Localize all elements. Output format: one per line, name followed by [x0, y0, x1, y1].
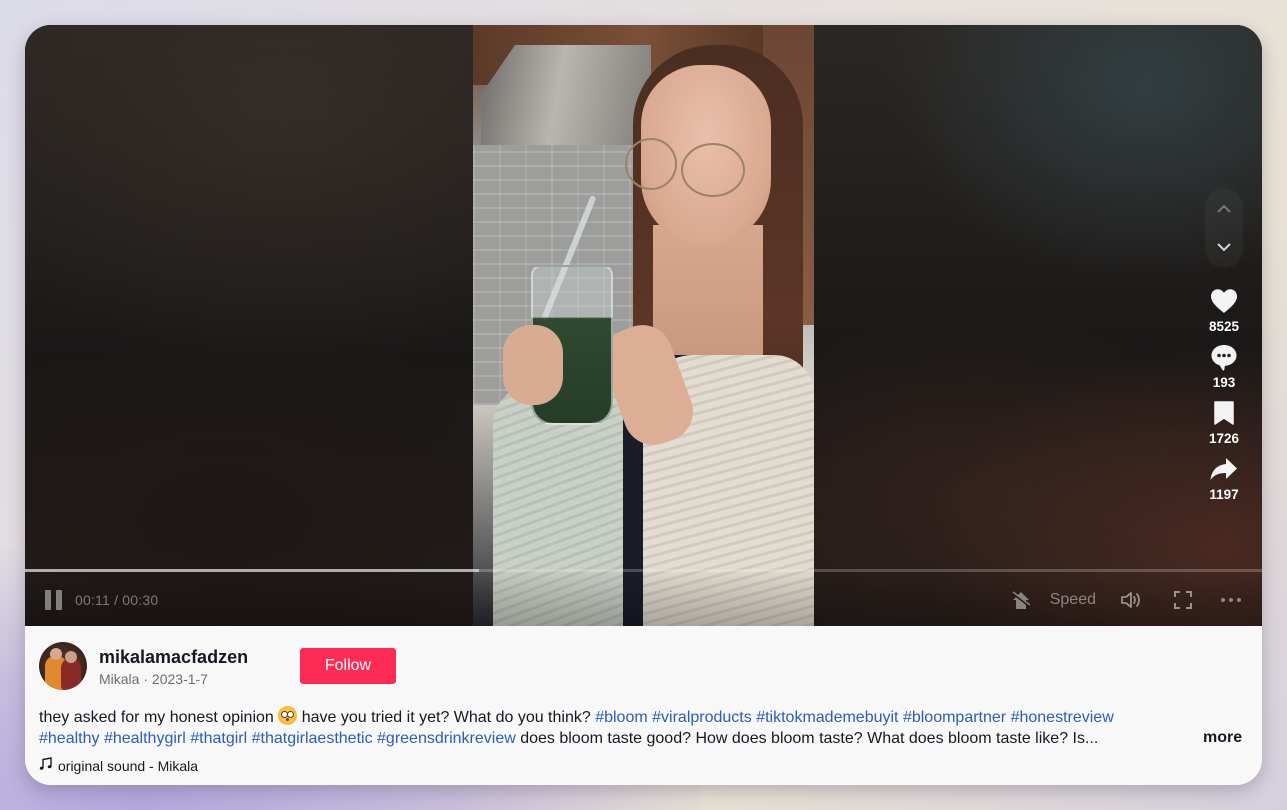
- music-note-icon: [39, 757, 53, 774]
- video-info: mikalamacfadzen Mikala · 2023-1-7 Follow…: [25, 626, 1262, 785]
- progress-bar[interactable]: [25, 569, 1262, 572]
- hashtag-link[interactable]: #thatgirl: [190, 730, 247, 747]
- author-subline: Mikala · 2023-1-7: [99, 671, 208, 687]
- hashtag-link[interactable]: #bloompartner: [903, 709, 1006, 726]
- scene-range-hood: [481, 45, 651, 155]
- video-player[interactable]: 00:11 / 00:30 Speed 8525 193 1726 1197: [25, 25, 1262, 626]
- duration: 00:30: [122, 592, 159, 608]
- chevron-down-icon[interactable]: [1211, 236, 1237, 258]
- hashtags-line-2: #healthy #healthygirl #thatgirl #thatgir…: [39, 730, 516, 747]
- share-count: 1197: [1209, 487, 1239, 502]
- progress-fill: [25, 569, 479, 572]
- save-button[interactable]: 1726: [1209, 398, 1239, 446]
- like-button[interactable]: 8525: [1209, 286, 1239, 334]
- hashtag-link[interactable]: #viralproducts: [652, 709, 752, 726]
- post-date: 2023-1-7: [151, 671, 208, 687]
- volume-icon[interactable]: [1118, 587, 1144, 613]
- follow-button[interactable]: Follow: [300, 648, 396, 684]
- hashtag-link[interactable]: #greensdrinkreview: [377, 730, 516, 747]
- author-display-name: Mikala: [99, 671, 140, 687]
- time-display: 00:11 / 00:30: [75, 592, 158, 608]
- share-button[interactable]: 1197: [1209, 454, 1239, 502]
- sound-link[interactable]: original sound - Mikala: [39, 757, 198, 774]
- scene-hand-left: [503, 325, 563, 405]
- heart-icon: [1209, 286, 1239, 316]
- sound-label: original sound - Mikala: [58, 757, 199, 774]
- scene-glasses-left: [625, 138, 677, 190]
- more-button[interactable]: more: [1203, 729, 1242, 747]
- playback-controls: 00:11 / 00:30: [45, 588, 158, 612]
- time-separator: /: [110, 592, 123, 608]
- more-horizontal-icon[interactable]: [1218, 587, 1244, 613]
- chevron-up-icon[interactable]: [1211, 198, 1237, 220]
- comment-count: 193: [1212, 375, 1236, 390]
- video-frame[interactable]: [473, 25, 814, 626]
- speed-button[interactable]: Speed: [1050, 587, 1096, 613]
- description-tail: does bloom taste good? How does bloom ta…: [515, 730, 1099, 747]
- hashtag-link[interactable]: #thatgirlaesthetic: [252, 730, 373, 747]
- player-options: Speed: [1008, 587, 1244, 613]
- author-username[interactable]: mikalamacfadzen: [99, 647, 248, 668]
- hashtags-line-1: #bloom #viralproducts #tiktokmademebuyit…: [595, 709, 1114, 726]
- video-description: they asked for my honest opinion have yo…: [39, 706, 1189, 749]
- bookmark-icon: [1209, 398, 1239, 428]
- comment-icon: [1209, 342, 1239, 372]
- hashtag-link[interactable]: #honestreview: [1011, 709, 1114, 726]
- hashtag-link[interactable]: #tiktokmademebuyit: [756, 709, 898, 726]
- hashtag-link[interactable]: #healthy: [39, 730, 100, 747]
- scene-glasses-right: [681, 143, 745, 197]
- subline-separator: ·: [139, 671, 152, 687]
- floating-player-off-icon[interactable]: [1008, 587, 1034, 613]
- hashtag-link[interactable]: #healthygirl: [104, 730, 186, 747]
- hashtag-link[interactable]: #bloom: [595, 709, 647, 726]
- pause-icon[interactable]: [45, 590, 63, 610]
- current-time: 00:11: [75, 592, 110, 608]
- share-arrow-icon: [1209, 454, 1239, 484]
- video-card: 00:11 / 00:30 Speed 8525 193 1726 1197 m…: [25, 25, 1262, 785]
- side-actions: 8525 193 1726 1197: [1203, 188, 1245, 502]
- description-text: they asked for my honest opinion: [39, 709, 279, 726]
- flushed-face-emoji-icon: [278, 706, 298, 725]
- video-nav: [1205, 188, 1243, 268]
- avatar[interactable]: [39, 642, 87, 690]
- description-text: have you tried it yet? What do you think…: [297, 709, 596, 726]
- fullscreen-icon[interactable]: [1170, 587, 1196, 613]
- like-count: 8525: [1208, 319, 1240, 334]
- save-count: 1726: [1208, 431, 1240, 446]
- comment-button[interactable]: 193: [1209, 342, 1239, 390]
